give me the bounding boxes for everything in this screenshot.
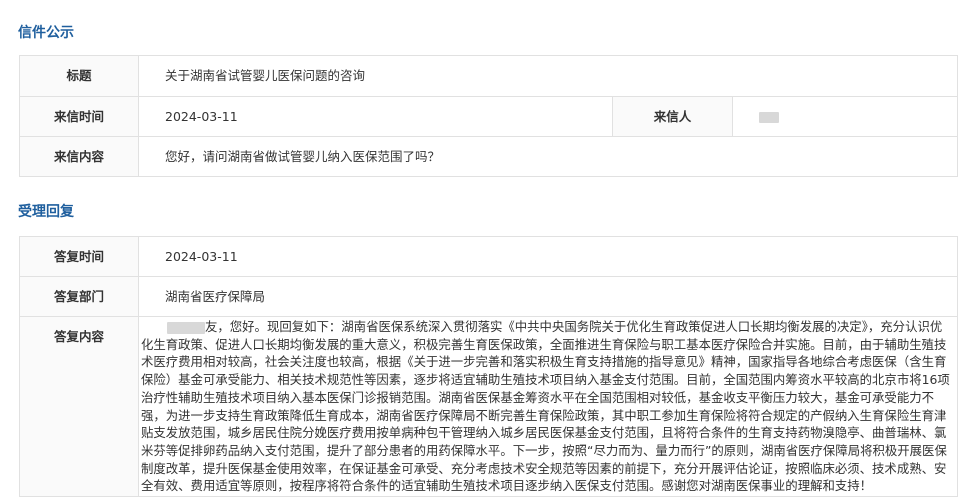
letter-date-value: 2024-03-11	[138, 96, 613, 137]
letter-title-label: 标题	[19, 55, 139, 97]
letter-page: 信件公示 标题 关于湖南省试管婴儿医保问题的咨询 来信时间 2024-03-11…	[0, 0, 976, 500]
section-title-public-letter: 信件公示	[18, 25, 74, 41]
letter-date-row: 来信时间 2024-03-11 来信人	[19, 96, 959, 137]
response-content-cell: 友，您好。现回复如下：湖南省医保系统深入贯彻落实《中共中央国务院关于优化生育政策…	[138, 315, 958, 498]
letter-sender-value	[731, 96, 959, 137]
response-content-row: 答复内容 友，您好。现回复如下：湖南省医保系统深入贯彻落实《中共中央国务院关于优…	[19, 315, 958, 498]
letter-date-label: 来信时间	[19, 96, 139, 137]
section-title-reply: 受理回复	[18, 204, 74, 220]
response-dept-value: 湖南省医疗保障局	[138, 276, 958, 317]
letter-table: 标题 关于湖南省试管婴儿医保问题的咨询 来信时间 2024-03-11 来信人 …	[19, 55, 959, 177]
letter-title-row: 标题 关于湖南省试管婴儿医保问题的咨询	[19, 55, 959, 97]
response-table: 答复时间 2024-03-11 答复部门 湖南省医疗保障局 答复内容 友，您好。…	[19, 236, 958, 498]
response-date-value: 2024-03-11	[138, 236, 958, 277]
letter-content-value: 您好，请问湖南省做试管婴儿纳入医保范围了吗？	[137, 136, 959, 177]
redacted-sender-name	[759, 111, 779, 123]
redacted-recipient-name	[167, 321, 205, 334]
letter-title-value: 关于湖南省试管婴儿医保问题的咨询	[137, 55, 959, 97]
response-date-label: 答复时间	[19, 236, 139, 277]
response-content-value: 友，您好。现回复如下：湖南省医保系统深入贯彻落实《中共中央国务院关于优化生育政策…	[141, 319, 950, 494]
letter-content-row: 来信内容 您好，请问湖南省做试管婴儿纳入医保范围了吗？	[19, 136, 959, 177]
response-dept-label: 答复部门	[19, 276, 139, 317]
letter-content-label: 来信内容	[19, 136, 139, 177]
response-dept-row: 答复部门 湖南省医疗保障局	[19, 276, 958, 317]
response-content-label: 答复内容	[19, 315, 139, 498]
letter-sender-label: 来信人	[612, 96, 733, 137]
response-date-row: 答复时间 2024-03-11	[19, 236, 958, 277]
